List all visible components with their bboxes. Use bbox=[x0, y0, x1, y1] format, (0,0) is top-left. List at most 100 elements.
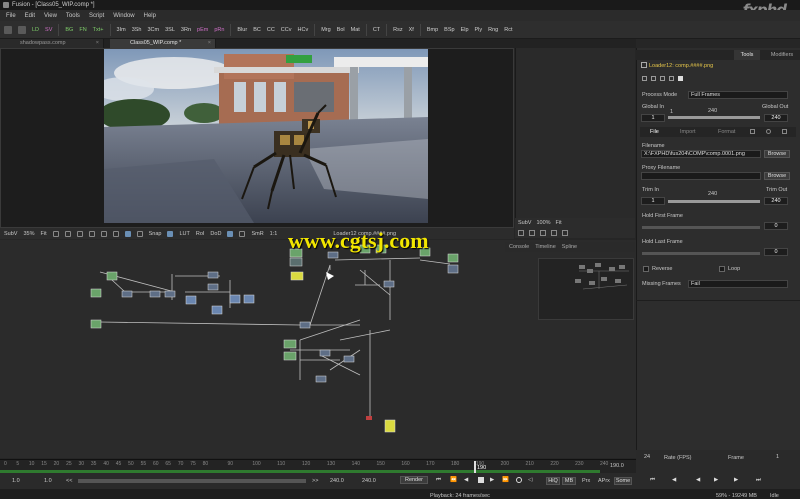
reset-icon[interactable] bbox=[660, 76, 665, 81]
range-scrollbar[interactable] bbox=[78, 479, 306, 483]
tool-color-corrector[interactable]: CC bbox=[267, 27, 275, 33]
step-back-icon[interactable]: ⏪ bbox=[450, 477, 457, 483]
tab-modifiers[interactable]: Modifiers bbox=[764, 50, 800, 60]
tab-format[interactable]: Format bbox=[718, 129, 735, 135]
range-left-arrows[interactable]: << bbox=[66, 478, 72, 484]
tool-particle-emitter[interactable]: pEm bbox=[197, 27, 208, 33]
ratio-button[interactable]: 1:1 bbox=[270, 231, 278, 237]
menu-tools[interactable]: Tools bbox=[66, 13, 80, 19]
tool-particle-render[interactable]: pRn bbox=[214, 27, 224, 33]
viewer-tool-icon[interactable] bbox=[64, 230, 71, 237]
lock-icon[interactable] bbox=[651, 76, 656, 81]
tool-text-plus[interactable]: Txt+ bbox=[93, 27, 104, 33]
tool-3d-shape[interactable]: 3Sh bbox=[132, 27, 142, 33]
process-mode-dropdown[interactable]: Full Frames bbox=[688, 91, 788, 99]
fit-button[interactable]: Fit bbox=[40, 231, 46, 237]
close-icon[interactable]: × bbox=[208, 39, 211, 48]
global-out-field[interactable]: 240 bbox=[764, 114, 788, 122]
tab-file[interactable]: File bbox=[650, 129, 659, 135]
tool-boolean[interactable]: Bol bbox=[337, 27, 345, 33]
viewer-tool-icon[interactable] bbox=[100, 230, 107, 237]
flow-navigator[interactable] bbox=[538, 258, 634, 320]
pin-icon[interactable] bbox=[642, 76, 647, 81]
filename-browse-button[interactable]: Browse bbox=[764, 150, 790, 158]
viewer-tool-icon[interactable] bbox=[540, 230, 546, 236]
tab-timeline[interactable]: Timeline bbox=[535, 244, 556, 250]
channel-a-icon[interactable] bbox=[124, 230, 131, 237]
range-right-arrows[interactable]: >> bbox=[312, 478, 318, 484]
tool-3d-image[interactable]: 3Im bbox=[117, 27, 126, 33]
tab-shadowpass[interactable]: shadowpass.comp × bbox=[0, 39, 104, 48]
tab-settings-icon[interactable] bbox=[750, 129, 755, 134]
global-end-field[interactable]: 240.0 bbox=[362, 478, 376, 484]
audio-icon[interactable]: ◁ bbox=[528, 477, 532, 483]
tool-polygon[interactable]: Ply bbox=[475, 27, 483, 33]
fit-button[interactable]: Fit bbox=[556, 220, 562, 226]
tab-import[interactable]: Import bbox=[680, 129, 696, 135]
viewer-tool-icon[interactable] bbox=[112, 230, 119, 237]
tool-background[interactable]: BG bbox=[65, 27, 73, 33]
tab-class05-wip[interactable]: Class05_WIP.comp * × bbox=[110, 39, 216, 48]
skip-start-icon[interactable]: ⏮ bbox=[436, 477, 441, 484]
tool-rectangle[interactable]: Rct bbox=[504, 27, 512, 33]
tool-icon[interactable] bbox=[4, 25, 12, 34]
reverse-checkbox[interactable] bbox=[643, 266, 649, 272]
tool-bitmap[interactable]: Bmp bbox=[427, 27, 438, 33]
tool-transform[interactable]: Xf bbox=[409, 27, 414, 33]
prx-button[interactable]: Prx bbox=[582, 478, 590, 484]
viewer-tool-icon[interactable] bbox=[167, 230, 174, 237]
tool-merge[interactable]: Mrg bbox=[321, 27, 330, 33]
tab-console[interactable]: Console bbox=[509, 244, 529, 250]
mb-button[interactable]: MB bbox=[562, 477, 576, 485]
aprx-button[interactable]: APrx bbox=[598, 478, 610, 484]
play-icon[interactable]: ▶ bbox=[490, 477, 494, 483]
page-icon[interactable] bbox=[782, 129, 787, 134]
viewer-tool-icon[interactable] bbox=[529, 230, 535, 236]
proxy-filename-field[interactable] bbox=[641, 172, 761, 180]
rate-play-icon[interactable]: ▶ bbox=[714, 477, 718, 483]
tool-blur[interactable]: Blur bbox=[237, 27, 247, 33]
rate-step-forward-icon[interactable]: ▶ bbox=[734, 477, 738, 483]
lut-button[interactable]: LUT bbox=[179, 231, 189, 237]
global-start-field[interactable]: 1.0 bbox=[12, 478, 20, 484]
stop-icon[interactable] bbox=[478, 477, 484, 483]
frame-value[interactable]: 1 bbox=[776, 454, 779, 460]
filename-field[interactable]: X:\FXPHD\fus204\COMP\comp.0001.png bbox=[641, 150, 761, 158]
some-button[interactable]: Some bbox=[614, 477, 632, 485]
color-swatch-icon[interactable] bbox=[678, 76, 683, 81]
hold-first-frame-field[interactable]: 0 bbox=[764, 222, 788, 230]
tool-loader[interactable]: LD bbox=[32, 27, 39, 33]
viewer-tool-icon[interactable] bbox=[52, 230, 59, 237]
dod-button[interactable]: DoD bbox=[210, 231, 221, 237]
tool-3d-render[interactable]: 3Rn bbox=[181, 27, 191, 33]
tool-ranges[interactable]: Rng bbox=[488, 27, 498, 33]
right-viewer[interactable] bbox=[515, 48, 635, 218]
zoom-level[interactable]: 35% bbox=[23, 231, 34, 237]
tool-bspline[interactable]: BSp bbox=[444, 27, 454, 33]
step-forward-icon[interactable]: ⏩ bbox=[502, 477, 509, 483]
viewer-image[interactable] bbox=[104, 49, 428, 223]
tool-resize[interactable]: Rsz bbox=[393, 27, 402, 33]
hiq-button[interactable]: HiQ bbox=[546, 477, 560, 485]
tool-matte-control[interactable]: Mat bbox=[351, 27, 360, 33]
menu-window[interactable]: Window bbox=[113, 13, 134, 19]
menu-edit[interactable]: Edit bbox=[25, 13, 35, 19]
current-time-display[interactable]: 190.0 bbox=[610, 463, 624, 469]
gear-icon[interactable] bbox=[766, 129, 771, 134]
view-icon[interactable] bbox=[669, 76, 674, 81]
tab-tools[interactable]: Tools bbox=[734, 50, 760, 60]
viewer-tool-icon[interactable] bbox=[136, 230, 143, 237]
tool-ellipse[interactable]: Elp bbox=[461, 27, 469, 33]
collapse-icon[interactable] bbox=[641, 62, 647, 68]
global-in-field[interactable]: 1 bbox=[641, 114, 665, 122]
tool-color-curves[interactable]: CCv bbox=[281, 27, 292, 33]
rate-step-back-icon[interactable]: ◀ bbox=[672, 477, 676, 483]
render-button[interactable]: Render bbox=[400, 476, 428, 484]
viewer-tool-icon[interactable] bbox=[551, 230, 557, 236]
zoom-level[interactable]: 100% bbox=[536, 220, 550, 226]
tool-channel-booleans[interactable]: CT bbox=[373, 27, 380, 33]
subview-button[interactable]: SubV bbox=[518, 220, 531, 226]
trim-range-slider[interactable] bbox=[668, 200, 760, 203]
tool-saver[interactable]: SV bbox=[45, 27, 52, 33]
hold-last-frame-slider[interactable] bbox=[642, 252, 760, 255]
